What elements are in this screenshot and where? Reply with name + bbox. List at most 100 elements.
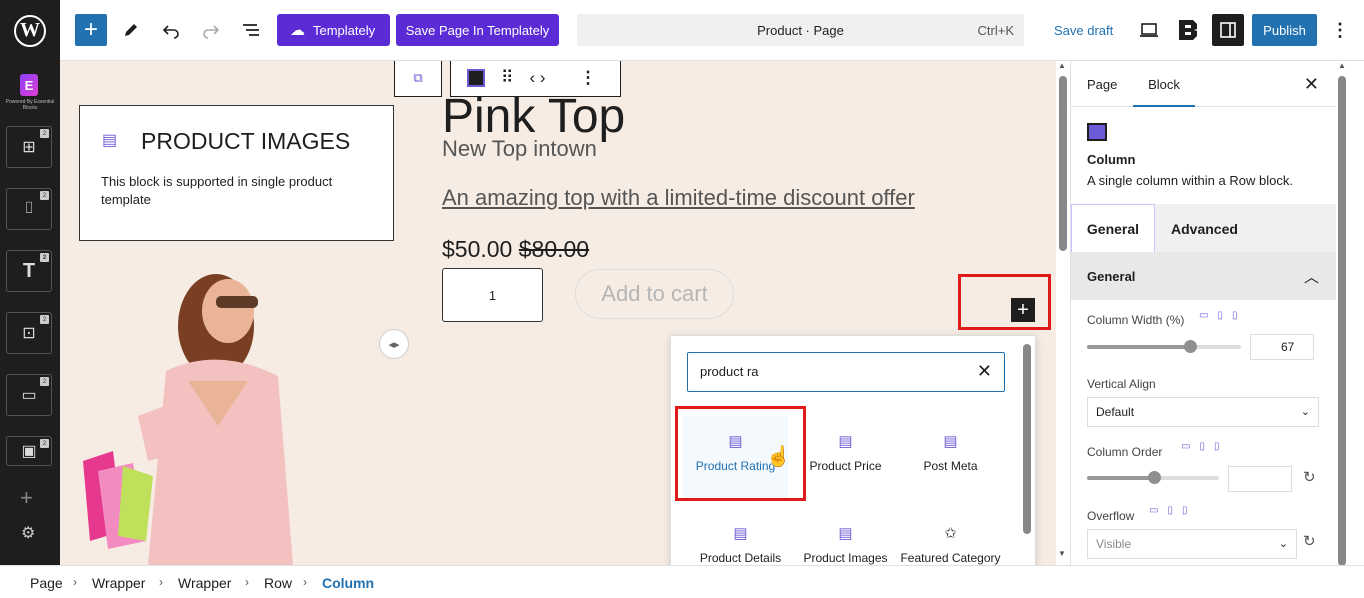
sidebar-tabs: Page Block ✕ [1071, 61, 1337, 107]
inserter-item-product-price[interactable]: ▤ Product Price [793, 416, 898, 498]
close-icon[interactable]: ✕ [1304, 74, 1319, 95]
redo-icon [203, 25, 220, 39]
inserter-item-label: Product Images [803, 551, 888, 565]
heading-icon: T [22, 259, 36, 282]
block-shortcut-5[interactable]: ▭ 2 [6, 374, 52, 416]
product-subtitle: New Top intown [442, 136, 597, 161]
block-badge: 2 [40, 377, 49, 386]
panel-title: General [1087, 269, 1136, 284]
redo-button[interactable] [198, 14, 224, 46]
block-badge: 2 [40, 253, 49, 262]
edit-tool-button[interactable] [118, 14, 144, 46]
scroll-down-icon[interactable]: ▼ [1058, 549, 1066, 558]
block-shortcut-2[interactable]: ⌷ 2 [6, 188, 52, 230]
canvas-scrollbar[interactable]: ▲ ▼ [1056, 61, 1070, 565]
command-shortcut: Ctrl+K [977, 23, 1014, 38]
responsive-device-icons[interactable]: ▭▯▯ [1149, 505, 1196, 516]
product-description-link[interactable]: An amazing top with a limited-time disco… [442, 185, 915, 211]
product-images-placeholder[interactable]: ▤ PRODUCT IMAGES This block is supported… [79, 105, 394, 241]
undo-button[interactable] [158, 14, 184, 46]
breadcrumb-item[interactable]: Wrapper [92, 575, 145, 591]
breadcrumb-item[interactable]: Page [30, 575, 63, 591]
options-menu-button[interactable]: ⋮ [1330, 14, 1350, 46]
reset-icon[interactable]: ↻ [1303, 468, 1316, 486]
reset-icon[interactable]: ↻ [1303, 532, 1316, 550]
undo-icon [162, 25, 179, 39]
add-block-button[interactable]: + [75, 14, 107, 46]
tab-general[interactable]: General [1071, 204, 1155, 252]
highlight-box-inserter [958, 274, 1051, 330]
add-to-cart-button[interactable]: Add to cart [575, 269, 734, 319]
pencil-icon [125, 24, 137, 36]
tab-page[interactable]: Page [1087, 77, 1117, 92]
block-shortcut-4[interactable]: ⊡ 2 [6, 312, 52, 354]
block-search-input[interactable]: product ra [700, 364, 759, 379]
wordpress-logo-button[interactable]: W [0, 0, 60, 61]
overflow-label: Overflow [1087, 509, 1135, 523]
tab-block[interactable]: Block [1133, 77, 1195, 107]
inserter-item-label: Product Details [699, 551, 782, 565]
add-shortcut-icon[interactable]: + [20, 485, 33, 511]
document-overview-button[interactable] [238, 14, 264, 46]
publish-label: Publish [1263, 22, 1306, 38]
top-toolbar: W + ☁ Templately Save Page In Templately… [0, 0, 1364, 61]
product-price-icon: ▤ [838, 433, 853, 450]
column-width-slider[interactable] [1087, 340, 1241, 353]
block-shortcut-3[interactable]: T2 [6, 250, 52, 292]
block-badge: 2 [40, 315, 49, 324]
responsive-device-icons[interactable]: ▭▯▯ [1181, 441, 1228, 452]
parent-block-button[interactable]: ⧉ [394, 61, 442, 97]
column-order-slider[interactable] [1087, 471, 1219, 484]
responsive-device-icons[interactable]: ▭▯▯ [1199, 310, 1246, 321]
close-icon[interactable]: ✕ [977, 361, 992, 382]
breadcrumb-item[interactable]: Row [264, 575, 292, 591]
scroll-up-icon[interactable]: ▲ [1338, 61, 1346, 70]
gear-icon[interactable]: ⚙ [21, 523, 35, 543]
breadcrumb-item-active[interactable]: Column [322, 575, 374, 591]
column-width-slider-knob[interactable] [1184, 340, 1197, 353]
button-block-icon: ▭ [21, 387, 37, 404]
column-order-label: Column Order [1087, 445, 1163, 459]
block-search-field[interactable]: product ra ✕ [687, 352, 1005, 392]
templately-cloud-icon: ☁ [290, 22, 305, 39]
general-panel-header[interactable]: General ︿ [1071, 252, 1337, 300]
breadcrumb-item[interactable]: Wrapper [178, 575, 231, 591]
vertical-align-select[interactable]: Default ⌄ [1087, 397, 1319, 427]
block-inserter-popover: product ra ✕ ▤ Product Rating ▤ Product … [670, 335, 1036, 598]
settings-sidebar-toggle[interactable] [1212, 14, 1244, 46]
sidebar-scroll-thumb[interactable] [1338, 76, 1346, 566]
inserter-scroll-thumb[interactable] [1023, 344, 1031, 534]
block-description: A single column within a Row block. [1087, 173, 1293, 188]
block-shortcut-6[interactable]: ▣ 2 [6, 436, 52, 466]
tab-advanced[interactable]: Advanced [1171, 221, 1238, 237]
essential-blocks-button[interactable] [1174, 14, 1202, 46]
block-name: Column [1087, 152, 1136, 167]
move-arrows-icon[interactable]: ‹ › [529, 68, 545, 88]
save-in-templately-button[interactable]: Save Page In Templately [396, 14, 559, 46]
powered-by-text: Powered By Essential Blocks [5, 99, 55, 111]
block-settings-sidebar: Page Block ✕ Column A single column with… [1070, 61, 1337, 565]
canvas-scroll-thumb[interactable] [1059, 76, 1067, 251]
scroll-up-icon[interactable]: ▲ [1058, 61, 1066, 70]
column-order-input[interactable] [1228, 466, 1292, 492]
templately-button[interactable]: ☁ Templately [277, 14, 390, 46]
block-options-icon[interactable]: ⋮ [580, 68, 597, 88]
column-order-slider-knob[interactable] [1148, 471, 1161, 484]
overflow-select[interactable]: Visible ⌄ [1087, 529, 1297, 559]
column-resize-handle[interactable]: ◂▸ [379, 329, 409, 359]
product-details-icon: ▤ [733, 525, 748, 542]
save-draft-button[interactable]: Save draft [1054, 23, 1113, 38]
inserter-item-post-meta[interactable]: ▤ Post Meta [898, 416, 1003, 498]
drag-handle-icon[interactable]: ⠿ [501, 68, 513, 88]
preview-button[interactable] [1136, 14, 1162, 46]
essential-blocks-icon [1179, 20, 1197, 40]
command-palette-bar[interactable]: Product · Page Ctrl+K [577, 14, 1024, 46]
hand-cursor-icon: ☝ [766, 446, 791, 468]
block-shortcut-1[interactable]: ⊞ 2 [6, 126, 52, 168]
sidebar-scrollbar[interactable]: ▲ [1336, 61, 1364, 566]
column-width-input[interactable]: 67 [1250, 334, 1314, 360]
block-inserter-button[interactable]: + [1011, 298, 1035, 322]
publish-button[interactable]: Publish [1252, 14, 1317, 46]
quantity-input[interactable]: 1 [442, 268, 543, 322]
column-block-icon[interactable] [467, 69, 485, 87]
